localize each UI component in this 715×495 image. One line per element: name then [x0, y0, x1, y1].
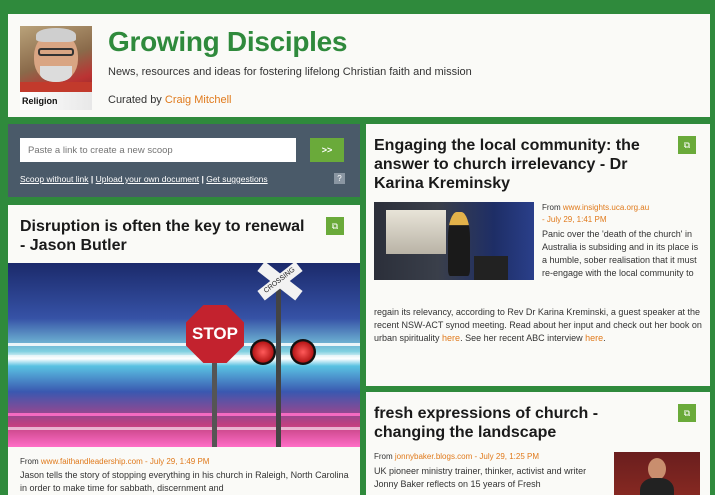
curated-by: Curated by Craig Mitchell [108, 94, 232, 106]
post-image[interactable] [614, 452, 700, 495]
post-date[interactable]: - July 29, 1:25 PM [475, 452, 539, 461]
get-suggestions-link[interactable]: Get suggestions [206, 174, 267, 184]
stop-sign: STOP [186, 305, 244, 363]
post-meta: From www.faithandleadership.com - July 2… [20, 457, 210, 466]
topic-header: Religion Growing Disciples News, resourc… [8, 14, 710, 117]
scoop-options: Scoop without link | Upload your own doc… [20, 174, 268, 184]
curated-by-label: Curated by [108, 94, 162, 106]
post-meta: From jonnybaker.blogs.com - July 29, 1:2… [374, 452, 540, 461]
post-card: fresh expressions of church - changing t… [366, 392, 710, 495]
topic-title[interactable]: Growing Disciples [108, 26, 347, 58]
post-excerpt: Jason tells the story of stopping everyt… [20, 470, 349, 493]
scoop-submit-button[interactable]: >> [310, 138, 344, 162]
rescoop-icon[interactable]: ⧉ [326, 217, 344, 235]
upload-document-link[interactable]: Upload your own document [96, 174, 199, 184]
post-source-link[interactable]: www.insights.uca.org.au [563, 203, 649, 212]
book-link[interactable]: here [442, 333, 460, 343]
topic-description: News, resources and ideas for fostering … [108, 66, 472, 78]
post-source-link[interactable]: www.faithandleadership.com [41, 457, 143, 466]
interview-link[interactable]: here [585, 333, 603, 343]
page: Religion Growing Disciples News, resourc… [0, 0, 715, 495]
post-image[interactable]: CROSSING STOP [8, 263, 360, 447]
scoop-without-link[interactable]: Scoop without link [20, 174, 89, 184]
post-excerpt: UK pioneer ministry trainer, thinker, ac… [374, 466, 587, 489]
post-image[interactable] [374, 202, 534, 280]
post-date[interactable]: - July 29, 1:41 PM [542, 215, 606, 224]
help-icon[interactable]: ? [334, 173, 345, 184]
category-label[interactable]: Religion [20, 92, 92, 110]
scoop-panel: >> Scoop without link | Upload your own … [8, 124, 360, 197]
post-title[interactable]: Disruption is often the key to renewal -… [20, 217, 310, 255]
post-excerpt: Panic over the 'death of the church' in … [542, 229, 699, 278]
post-source-link[interactable]: jonnybaker.blogs.com [395, 452, 472, 461]
rescoop-icon[interactable]: ⧉ [678, 136, 696, 154]
curator-link[interactable]: Craig Mitchell [165, 94, 232, 106]
post-date[interactable]: - July 29, 1:49 PM [145, 457, 209, 466]
post-excerpt-continued: regain its relevancy, according to Rev D… [374, 307, 702, 343]
post-card: Engaging the local community: the answer… [366, 124, 710, 386]
rescoop-icon[interactable]: ⧉ [678, 404, 696, 422]
post-title[interactable]: fresh expressions of church - changing t… [374, 404, 624, 442]
scoop-link-input[interactable] [20, 138, 296, 162]
post-title[interactable]: Engaging the local community: the answer… [374, 136, 664, 193]
post-card: Disruption is often the key to renewal -… [8, 205, 360, 495]
post-meta: From www.insights.uca.org.au - July 29, … [542, 203, 650, 224]
